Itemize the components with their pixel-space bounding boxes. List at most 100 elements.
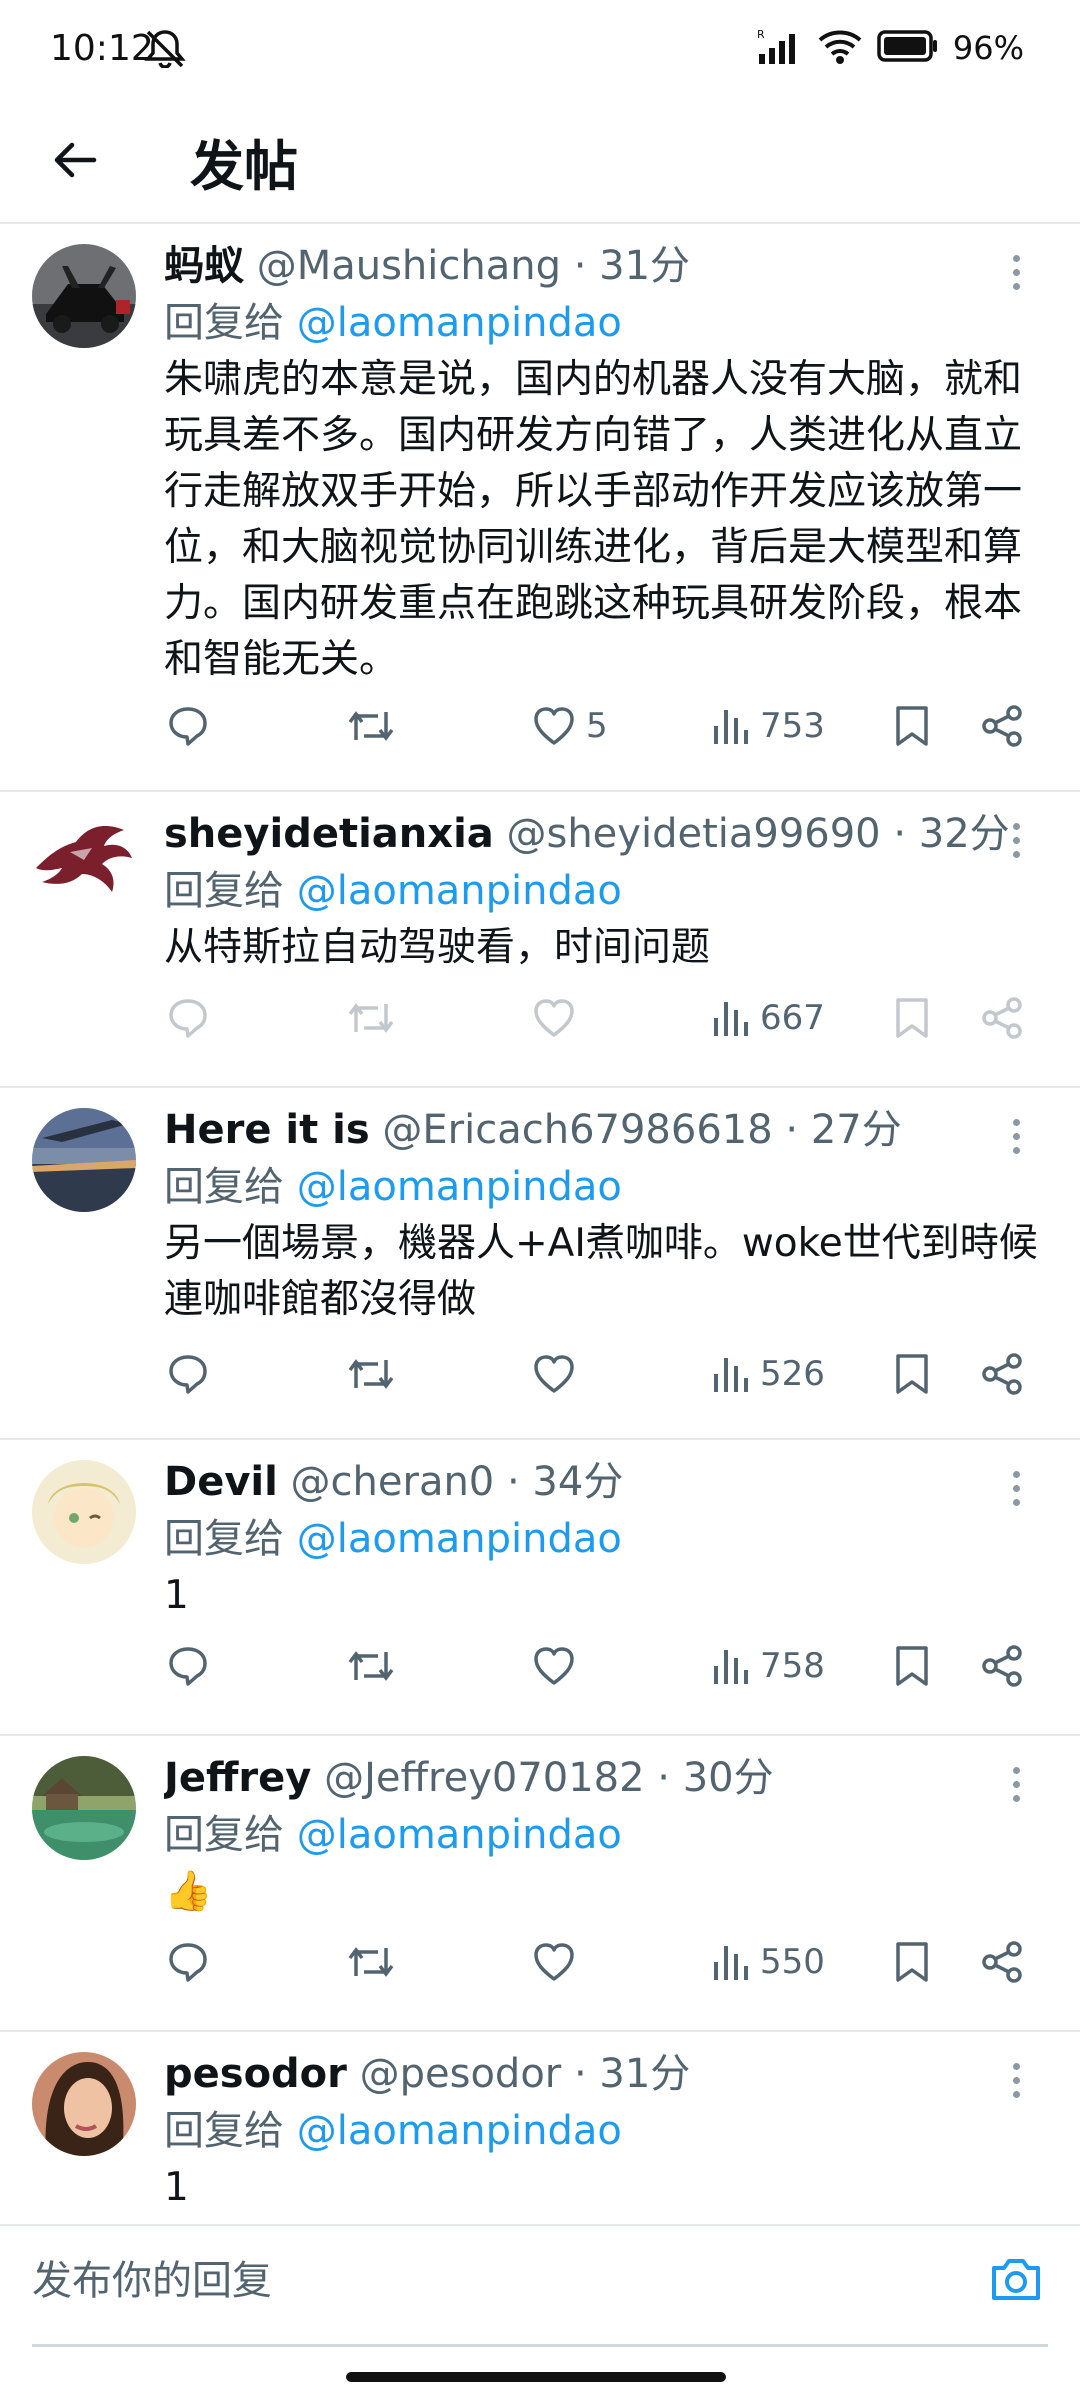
author-name[interactable]: Jeffrey xyxy=(164,1755,311,1801)
share-button[interactable] xyxy=(980,988,1024,1048)
reply-tweet[interactable]: Here it is @Ericach67986618 · 27分 回复给 @l… xyxy=(0,1088,1080,1440)
bookmark-button[interactable] xyxy=(892,988,932,1048)
reply-to-link[interactable]: @laomanpindao xyxy=(297,2108,622,2154)
views-button[interactable]: 753 xyxy=(710,696,825,756)
more-options-button[interactable] xyxy=(996,248,1036,296)
separator-dot: · xyxy=(506,1459,520,1505)
reply-button[interactable] xyxy=(166,696,210,756)
avatar[interactable] xyxy=(32,1108,136,1212)
reply-to-link[interactable]: @laomanpindao xyxy=(297,1164,622,1210)
reply-tweet[interactable]: pesodor @pesodor · 31分 回复给 @laomanpindao… xyxy=(0,2032,1080,2224)
views-count: 758 xyxy=(760,1646,825,1686)
separator-dot: · xyxy=(573,2051,587,2097)
tweet-actions: 550 xyxy=(0,1932,1080,1992)
separator-dot: · xyxy=(573,243,587,289)
author-handle[interactable]: @Ericach67986618 xyxy=(382,1107,772,1153)
status-icons: R 96% xyxy=(757,26,1024,70)
share-button[interactable] xyxy=(980,1344,1024,1404)
like-button[interactable]: 5 xyxy=(532,696,608,756)
retweet-button[interactable] xyxy=(346,696,396,756)
reply-to-link[interactable]: @laomanpindao xyxy=(297,1516,622,1562)
author-handle[interactable]: @cheran0 xyxy=(291,1459,495,1505)
more-options-button[interactable] xyxy=(996,816,1036,864)
views-count: 526 xyxy=(760,1354,825,1394)
share-button[interactable] xyxy=(980,1932,1024,1992)
author-handle[interactable]: @Jeffrey070182 xyxy=(324,1755,645,1801)
author-handle[interactable]: @Maushichang xyxy=(257,243,561,289)
author-name[interactable]: pesodor xyxy=(164,2051,347,2097)
views-button[interactable]: 550 xyxy=(710,1932,825,1992)
author-name[interactable]: Devil xyxy=(164,1459,278,1505)
more-options-button[interactable] xyxy=(996,1760,1036,1808)
avatar[interactable] xyxy=(32,1460,136,1564)
author-name[interactable]: sheyidetianxia xyxy=(164,811,494,857)
heart-icon xyxy=(534,1647,574,1685)
reply-to-link[interactable]: @laomanpindao xyxy=(297,868,622,914)
back-button[interactable] xyxy=(38,124,110,196)
tweet-time: 27分 xyxy=(810,1107,902,1153)
reply-prefix: 回复给 xyxy=(164,868,284,914)
views-icon xyxy=(714,1002,748,1036)
views-button[interactable]: 526 xyxy=(710,1344,825,1404)
reply-tweet[interactable]: 蚂蚁 @Maushichang · 31分 回复给 @laomanpindao … xyxy=(0,224,1080,792)
like-button[interactable] xyxy=(532,1932,576,1992)
bookmark-button[interactable] xyxy=(892,696,932,756)
page-title: 发帖 xyxy=(190,135,298,198)
views-count: 753 xyxy=(760,706,825,746)
retweet-button[interactable] xyxy=(346,1636,396,1696)
arrow-left-icon xyxy=(54,142,97,178)
reply-tweet[interactable]: Devil @cheran0 · 34分 回复给 @laomanpindao 1… xyxy=(0,1440,1080,1736)
avatar[interactable] xyxy=(32,812,136,916)
reply-to-link[interactable]: @laomanpindao xyxy=(297,300,622,346)
views-button[interactable]: 758 xyxy=(710,1636,825,1696)
replying-to: 回复给 @laomanpindao xyxy=(164,862,622,920)
views-button[interactable]: 667 xyxy=(710,988,825,1048)
like-count: 5 xyxy=(586,706,608,746)
tweet-actions: 667 xyxy=(0,988,1080,1048)
tweet-actions: 526 xyxy=(0,1344,1080,1404)
reply-input[interactable] xyxy=(32,2226,992,2336)
comment-icon xyxy=(169,999,207,1038)
reply-button[interactable] xyxy=(166,988,210,1048)
more-options-button[interactable] xyxy=(996,1464,1036,1512)
retweet-button[interactable] xyxy=(346,988,396,1048)
separator-dot: · xyxy=(893,811,907,857)
views-icon xyxy=(714,710,748,744)
tweet-actions: 5 753 xyxy=(0,696,1080,756)
retweet-button[interactable] xyxy=(346,1344,396,1404)
tweet-time: 31分 xyxy=(599,243,691,289)
avatar[interactable] xyxy=(32,2052,136,2156)
reply-tweet[interactable]: sheyidetianxia @sheyidetia99690 · 32分 回复… xyxy=(0,792,1080,1088)
share-button[interactable] xyxy=(980,696,1024,756)
avatar[interactable] xyxy=(32,244,136,348)
author-handle[interactable]: @sheyidetia99690 xyxy=(506,811,880,857)
retweet-icon xyxy=(348,711,394,741)
share-button[interactable] xyxy=(980,1636,1024,1696)
avatar[interactable] xyxy=(32,1756,136,1860)
views-count: 667 xyxy=(760,998,825,1038)
tweet-time: 34分 xyxy=(532,1459,624,1505)
home-indicator[interactable] xyxy=(346,2372,726,2382)
author-name[interactable]: Here it is xyxy=(164,1107,370,1153)
comment-icon xyxy=(169,1355,207,1394)
author-name[interactable]: 蚂蚁 xyxy=(164,243,244,289)
like-button[interactable] xyxy=(532,1344,576,1404)
like-button[interactable] xyxy=(532,1636,576,1696)
camera-button[interactable] xyxy=(986,2250,1046,2310)
author-handle[interactable]: @pesodor xyxy=(360,2051,562,2097)
like-button[interactable] xyxy=(532,988,576,1048)
reply-button[interactable] xyxy=(166,1636,210,1696)
reply-button[interactable] xyxy=(166,1932,210,1992)
reply-to-link[interactable]: @laomanpindao xyxy=(297,1812,622,1858)
bookmark-button[interactable] xyxy=(892,1932,932,1992)
app-header: 发帖 xyxy=(0,100,1080,224)
reply-prefix: 回复给 xyxy=(164,1812,284,1858)
bookmark-button[interactable] xyxy=(892,1636,932,1696)
more-options-button[interactable] xyxy=(996,1112,1036,1160)
bookmark-button[interactable] xyxy=(892,1344,932,1404)
reply-button[interactable] xyxy=(166,1344,210,1404)
reply-tweet[interactable]: Jeffrey @Jeffrey070182 · 30分 回复给 @laoman… xyxy=(0,1736,1080,2032)
retweet-icon xyxy=(348,1947,394,1977)
more-options-button[interactable] xyxy=(996,2056,1036,2104)
retweet-button[interactable] xyxy=(346,1932,396,1992)
